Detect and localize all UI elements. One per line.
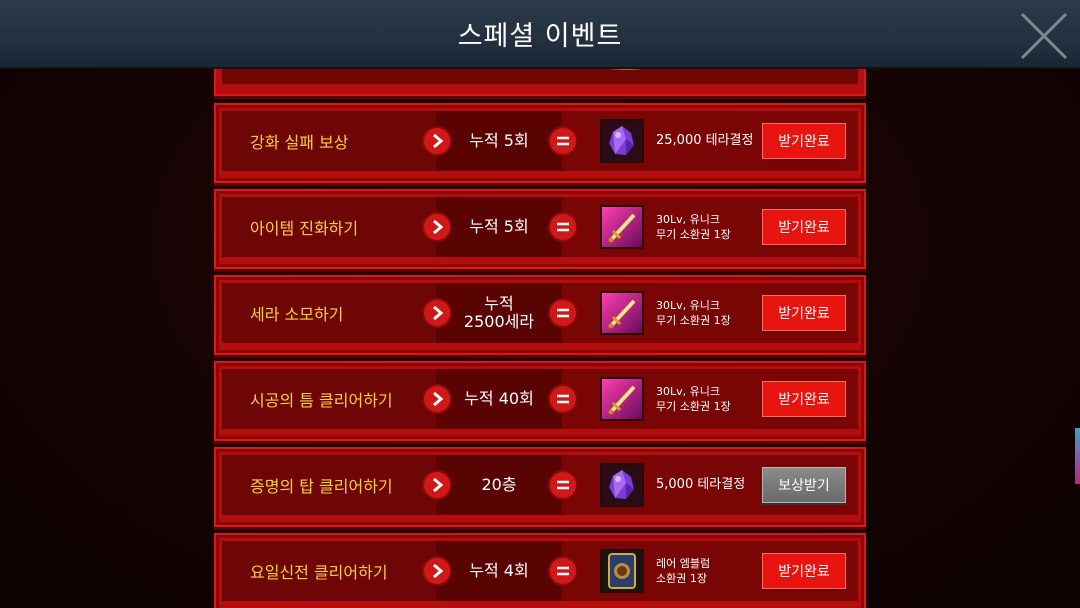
event-list: 강화 실패 보상 누적 5회 25,000 테라결정 받기완료 아이템 진화하기 누적 5… bbox=[214, 103, 866, 608]
event-row: 증명의 탑 클리어하기 20층 5,000 테라결정 보상받기 bbox=[214, 447, 866, 527]
equals-icon bbox=[550, 300, 576, 326]
condition-label: 누적 5회 bbox=[469, 131, 529, 150]
page-title: 스페셜 이벤트 bbox=[457, 21, 623, 52]
equals-icon bbox=[550, 558, 576, 584]
event-row: 세라 소모하기 누적 2500세라 30Lv, 유니크 무기 소환권 1장 받기완료 bbox=[214, 275, 866, 355]
event-row: 요일신전 클리어하기 누적 4회 레어 엠블럼 소환권 1장 받기완료 bbox=[214, 533, 866, 608]
condition-label: 누적 5회 bbox=[469, 217, 529, 236]
task-label: 강화 실패 보상 bbox=[250, 133, 349, 152]
golden-sword-icon bbox=[600, 377, 644, 421]
golden-sword-icon bbox=[600, 205, 644, 249]
header-bar: 스페셜 이벤트 bbox=[0, 0, 1080, 69]
task-label: 시공의 틈 클리어하기 bbox=[250, 391, 393, 410]
equals-icon bbox=[550, 128, 576, 154]
claimed-button[interactable]: 받기완료 bbox=[762, 381, 846, 417]
condition-label: 누적 2500세라 bbox=[463, 294, 535, 331]
task-label: 증명의 탑 클리어하기 bbox=[250, 477, 393, 496]
equals-icon bbox=[550, 472, 576, 498]
emblem-card-icon bbox=[600, 549, 644, 593]
event-row: 아이템 진화하기 누적 5회 30Lv, 유니크 무기 소환권 1장 받기완료 bbox=[214, 189, 866, 269]
reward-label: 30Lv, 유니크 무기 소환권 1장 bbox=[656, 213, 731, 241]
claim-reward-button[interactable]: 보상받기 bbox=[762, 467, 846, 503]
task-label: 세라 소모하기 bbox=[250, 305, 344, 324]
event-row: 시공의 틈 클리어하기 누적 40회 30Lv, 유니크 무기 소환권 1장 받기완료 bbox=[214, 361, 866, 441]
claimed-button[interactable]: 받기완료 bbox=[762, 209, 846, 245]
claimed-button[interactable]: 받기완료 bbox=[762, 295, 846, 331]
condition-label: 누적 40회 bbox=[464, 389, 534, 408]
equals-icon bbox=[550, 214, 576, 240]
purple-crystal-icon bbox=[600, 119, 644, 163]
reward-label: 30Lv, 유니크 무기 소환권 1장 bbox=[656, 385, 731, 413]
event-row: 강화 실패 보상 누적 5회 25,000 테라결정 받기완료 bbox=[214, 103, 866, 183]
equals-icon bbox=[550, 386, 576, 412]
task-label: 아이템 진화하기 bbox=[250, 219, 359, 238]
close-icon[interactable] bbox=[1018, 10, 1070, 62]
reward-label: 25,000 테라결정 bbox=[656, 133, 754, 148]
side-tab-indicator[interactable] bbox=[1075, 428, 1080, 484]
condition-label: 20층 bbox=[481, 475, 517, 494]
reward-label: 30Lv, 유니크 무기 소환권 1장 bbox=[656, 299, 731, 327]
reward-label: 레어 엠블럼 소환권 1장 bbox=[656, 557, 711, 585]
golden-sword-icon bbox=[600, 291, 644, 335]
task-label: 요일신전 클리어하기 bbox=[250, 563, 388, 582]
claimed-button[interactable]: 받기완료 bbox=[762, 123, 846, 159]
purple-crystal-icon bbox=[600, 463, 644, 507]
condition-label: 누적 4회 bbox=[469, 561, 529, 580]
claimed-button[interactable]: 받기완료 bbox=[762, 553, 846, 589]
reward-label: 5,000 테라결정 bbox=[656, 477, 746, 492]
